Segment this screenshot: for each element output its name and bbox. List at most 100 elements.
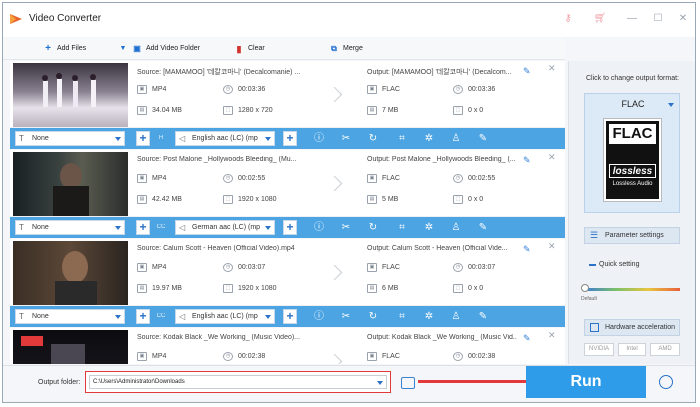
info-icon[interactable]: ⓘ [313, 310, 325, 323]
output-folder-path: C:\Users\Administrator\Downloads [93, 379, 185, 385]
minimize-icon[interactable]: — [625, 12, 639, 26]
add-audio-button[interactable]: + [283, 309, 297, 324]
item-info: Source: Calum Scott - Heaven (Official V… [10, 239, 565, 306]
scissors-icon[interactable]: ✂ [340, 132, 352, 145]
item-toolbar: T None + H ◁ English aac (LC) (mp + ⓘ ✂ ↻ … [10, 128, 565, 149]
speaker-icon: ◁ [179, 312, 186, 321]
parameter-settings-button[interactable]: ☰ Parameter settings [584, 227, 680, 244]
effects-wand-icon[interactable]: ✲ [423, 310, 435, 323]
edit-output-icon[interactable]: ✎ [523, 244, 533, 254]
flac-art-subtitle: Lossless Audio [612, 181, 653, 187]
add-files-button[interactable]: + Add Files [43, 42, 86, 56]
chevron-down-icon [668, 103, 674, 107]
maximize-icon[interactable]: ☐ [651, 12, 665, 26]
format-icon: ▣ [137, 174, 147, 183]
video-thumbnail[interactable] [13, 241, 128, 305]
output-folder-select[interactable]: C:\Users\Administrator\Downloads [89, 375, 387, 389]
edit-icon[interactable]: ✎ [477, 310, 489, 323]
remove-item-icon[interactable]: ✕ [548, 242, 556, 251]
subtitle-select[interactable]: T None [15, 220, 125, 235]
chevron-down-icon [115, 226, 121, 230]
cc-icon[interactable]: H [155, 132, 167, 145]
format-name: FLAC [621, 99, 645, 109]
merge-button[interactable]: ⧉ Merge [329, 42, 363, 56]
watermark-icon[interactable]: ♙ [450, 132, 462, 145]
add-audio-button[interactable]: + [283, 220, 297, 235]
close-icon[interactable]: ✕ [676, 12, 690, 26]
quality-slider-handle[interactable] [581, 284, 589, 292]
remove-item-icon[interactable]: ✕ [548, 331, 556, 340]
watermark-icon[interactable]: ♙ [450, 221, 462, 234]
edit-icon[interactable]: ✎ [477, 132, 489, 145]
source-format: ▣ MP4 [137, 174, 166, 183]
clear-button[interactable]: ▮ Clear [234, 42, 265, 56]
remove-item-icon[interactable]: ✕ [548, 64, 556, 73]
format-icon: ▣ [137, 85, 147, 94]
add-files-label: Add Files [57, 45, 87, 52]
video-thumbnail[interactable] [13, 63, 128, 127]
dropdown-arrow-icon: ▼ [119, 45, 127, 52]
audio-track-select[interactable]: ◁ German aac (LC) (mp [175, 220, 275, 235]
source-format: ▣ MP4 [137, 263, 166, 272]
nvidia-chip[interactable]: NVIDIA [584, 343, 614, 356]
output-duration: ◷ 00:02:55 [453, 174, 495, 183]
watermark-icon[interactable]: ♙ [450, 310, 462, 323]
video-thumbnail[interactable] [13, 330, 128, 364]
effects-wand-icon[interactable]: ✲ [423, 221, 435, 234]
open-folder-icon[interactable] [401, 377, 415, 389]
output-folder-label: Output folder: [38, 379, 81, 386]
convert-arrow [315, 348, 355, 364]
edit-output-icon[interactable]: ✎ [523, 155, 533, 165]
crop-icon[interactable]: ⌗ [396, 221, 408, 234]
rotate-icon[interactable]: ↻ [367, 221, 379, 234]
edit-output-icon[interactable]: ✎ [523, 333, 533, 343]
scissors-icon[interactable]: ✂ [340, 310, 352, 323]
rotate-icon[interactable]: ↻ [367, 132, 379, 145]
source-size: ▤ 34.04 MB [137, 106, 182, 115]
run-button[interactable]: Run [526, 366, 646, 398]
cc-icon[interactable]: CC [155, 310, 167, 323]
add-subtitle-button[interactable]: + [136, 309, 150, 324]
app-title: Video Converter [29, 13, 102, 24]
output-title: Output: [MAMAMOO] '데칼코마니' (Decalcom... [367, 69, 512, 76]
output-resolution: ⬚ 0 x 0 [453, 195, 483, 204]
output-size: ▤ 6 MB [367, 284, 398, 293]
remove-item-icon[interactable]: ✕ [548, 153, 556, 162]
alarm-clock-icon[interactable] [659, 375, 673, 389]
add-audio-button[interactable]: + [283, 131, 297, 146]
effects-wand-icon[interactable]: ✲ [423, 132, 435, 145]
info-icon[interactable]: ⓘ [313, 221, 325, 234]
add-subtitle-button[interactable]: + [136, 220, 150, 235]
file-size-icon: ▤ [137, 195, 147, 204]
crop-icon[interactable]: ⌗ [396, 132, 408, 145]
quality-slider-track[interactable] [584, 288, 680, 291]
cc-icon[interactable]: CC [155, 221, 167, 234]
edit-output-icon[interactable]: ✎ [523, 66, 533, 76]
clock-icon: ◷ [223, 174, 233, 183]
source-duration: ◷ 00:03:07 [223, 263, 265, 272]
source-resolution: ⬚ 1280 x 720 [223, 106, 273, 115]
edit-icon[interactable]: ✎ [477, 221, 489, 234]
output-format-selector[interactable]: FLAC FLAC lossless Lossless Audio [584, 93, 680, 213]
add-video-folder-button[interactable]: ▼ ▣ Add Video Folder [118, 42, 200, 56]
cart-icon[interactable]: 🛒︎ [593, 12, 607, 26]
audio-track-select[interactable]: ◁ English aac (LC) (mp [175, 131, 275, 146]
resolution-icon: ⬚ [453, 284, 463, 293]
amd-chip[interactable]: AMD [650, 343, 680, 356]
intel-chip[interactable]: Intel [618, 343, 646, 356]
key-icon[interactable]: ⚷ [561, 12, 575, 26]
subtitle-select[interactable]: T None [15, 309, 125, 324]
rotate-icon[interactable]: ↻ [367, 310, 379, 323]
crop-icon[interactable]: ⌗ [396, 310, 408, 323]
video-thumbnail[interactable] [13, 152, 128, 216]
merge-label: Merge [343, 45, 363, 52]
hardware-acceleration-button[interactable]: Hardware acceleration [584, 319, 680, 336]
info-icon[interactable]: ⓘ [313, 132, 325, 145]
audio-track-select[interactable]: ◁ English aac (LC) (mp [175, 309, 275, 324]
add-subtitle-button[interactable]: + [136, 131, 150, 146]
speaker-icon: ◁ [179, 134, 186, 143]
scissors-icon[interactable]: ✂ [340, 221, 352, 234]
subtitle-select[interactable]: T None [15, 131, 125, 146]
source-duration: ◷ 00:02:38 [223, 352, 265, 361]
source-title: Source: Post Malone _Hollywoods Bleeding… [137, 156, 297, 163]
